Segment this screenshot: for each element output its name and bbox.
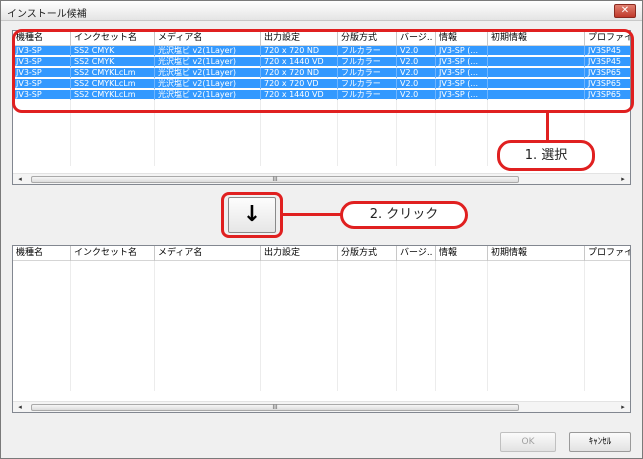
- list-header: 機種名 インクセット名 メディア名 出力設定 分版方式 バージ.. 情報 初期情報 プロファイ: [13, 246, 630, 261]
- install-list-bottom[interactable]: 機種名 インクセット名 メディア名 出力設定 分版方式 バージ.. 情報 初期情報 プロファイ …: [12, 245, 631, 413]
- grid-line: [396, 261, 397, 391]
- scroll-thumb[interactable]: III: [31, 176, 519, 183]
- column-header[interactable]: メディア名: [155, 246, 261, 261]
- step1-callout: 1. 選択: [497, 140, 595, 171]
- window-title: インストール候補: [7, 9, 87, 20]
- column-header[interactable]: プロファイ: [585, 246, 630, 261]
- cancel-button[interactable]: ｷｬﾝｾﾙ: [569, 432, 631, 452]
- column-header[interactable]: バージ..: [397, 246, 436, 261]
- close-button[interactable]: ✕: [614, 4, 636, 18]
- column-header[interactable]: 分版方式: [338, 246, 397, 261]
- scroll-thumb[interactable]: III: [31, 404, 519, 411]
- step2-callout: 2. クリック: [340, 201, 468, 229]
- move-down-button[interactable]: ↓: [228, 197, 276, 233]
- column-header[interactable]: 機種名: [13, 246, 71, 261]
- horizontal-scrollbar[interactable]: ◂ III ▸: [13, 173, 630, 184]
- scroll-right-icon[interactable]: ▸: [616, 174, 630, 184]
- grid-line: [584, 261, 585, 391]
- grid-line: [435, 261, 436, 391]
- column-header[interactable]: 出力設定: [261, 246, 338, 261]
- scroll-right-icon[interactable]: ▸: [616, 402, 630, 412]
- down-arrow-icon: ↓: [242, 202, 262, 227]
- grid-line: [154, 261, 155, 391]
- selection-highlight-box: [12, 29, 634, 113]
- callout-connector-1: [546, 112, 549, 140]
- title-bar: インストール候補 ✕: [1, 1, 642, 21]
- grid-line: [260, 261, 261, 391]
- scroll-left-icon[interactable]: ◂: [13, 174, 27, 184]
- grid-line: [487, 261, 488, 391]
- grid-line: [70, 261, 71, 391]
- grid-lines: [13, 261, 630, 391]
- column-header[interactable]: 初期情報: [488, 246, 585, 261]
- callout-connector-2: [283, 213, 343, 216]
- scroll-left-icon[interactable]: ◂: [13, 402, 27, 412]
- ok-button[interactable]: OK: [500, 432, 556, 452]
- grid-line: [337, 261, 338, 391]
- column-header[interactable]: 情報: [436, 246, 488, 261]
- horizontal-scrollbar[interactable]: ◂ III ▸: [13, 401, 630, 412]
- column-header[interactable]: インクセット名: [71, 246, 155, 261]
